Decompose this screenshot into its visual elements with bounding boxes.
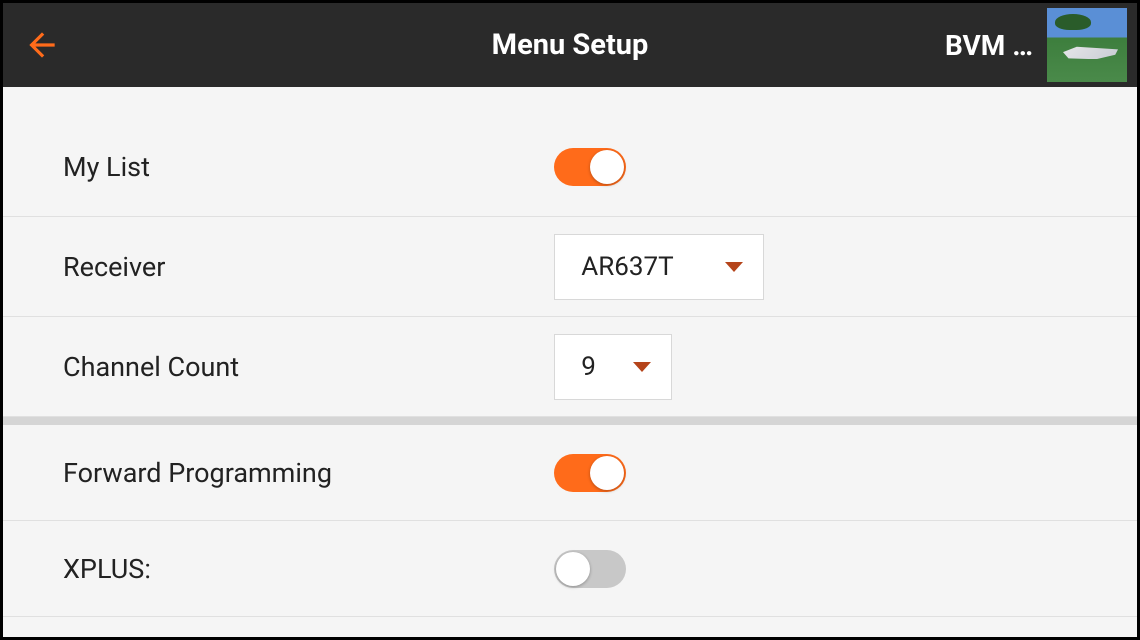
toggle-knob-icon (590, 150, 624, 184)
section-divider (3, 417, 1137, 425)
header-model-area: BVM … (945, 8, 1127, 82)
toggle-forward-programming[interactable] (554, 454, 626, 492)
chevron-down-icon (633, 362, 651, 372)
control-channel-count: 9 (519, 334, 1077, 400)
section-2: Forward Programming XPLUS: (3, 425, 1137, 617)
toggle-my-list[interactable] (554, 148, 626, 186)
toggle-knob-icon (556, 552, 590, 586)
dropdown-channel-count[interactable]: 9 (554, 334, 672, 400)
control-my-list (519, 148, 1077, 186)
label-my-list: My List (63, 151, 519, 183)
chevron-down-icon (725, 262, 743, 272)
model-name-label[interactable]: BVM … (945, 29, 1033, 62)
row-xplus: XPLUS: (3, 521, 1137, 617)
settings-content: My List Receiver AR637T Channel Count 9 (3, 87, 1137, 637)
model-thumbnail-image[interactable] (1047, 8, 1127, 82)
label-receiver: Receiver (63, 251, 519, 283)
back-button[interactable] (23, 26, 73, 64)
row-receiver: Receiver AR637T (3, 217, 1137, 317)
label-channel-count: Channel Count (63, 351, 519, 383)
label-forward-programming: Forward Programming (63, 457, 519, 489)
dropdown-receiver-value: AR637T (581, 252, 673, 282)
control-xplus (519, 550, 1077, 588)
row-channel-count: Channel Count 9 (3, 317, 1137, 417)
control-forward-programming (519, 454, 1077, 492)
header-bar: Menu Setup BVM … (3, 3, 1137, 87)
toggle-knob-icon (590, 456, 624, 490)
row-forward-programming: Forward Programming (3, 425, 1137, 521)
toggle-xplus[interactable] (554, 550, 626, 588)
row-my-list: My List (3, 117, 1137, 217)
control-receiver: AR637T (519, 234, 1077, 300)
page-title: Menu Setup (492, 28, 649, 62)
dropdown-channel-count-value: 9 (581, 352, 596, 382)
dropdown-receiver[interactable]: AR637T (554, 234, 764, 300)
app-window: Menu Setup BVM … My List Receiver AR637T (0, 0, 1140, 640)
back-arrow-icon (23, 26, 61, 64)
label-xplus: XPLUS: (63, 553, 519, 585)
